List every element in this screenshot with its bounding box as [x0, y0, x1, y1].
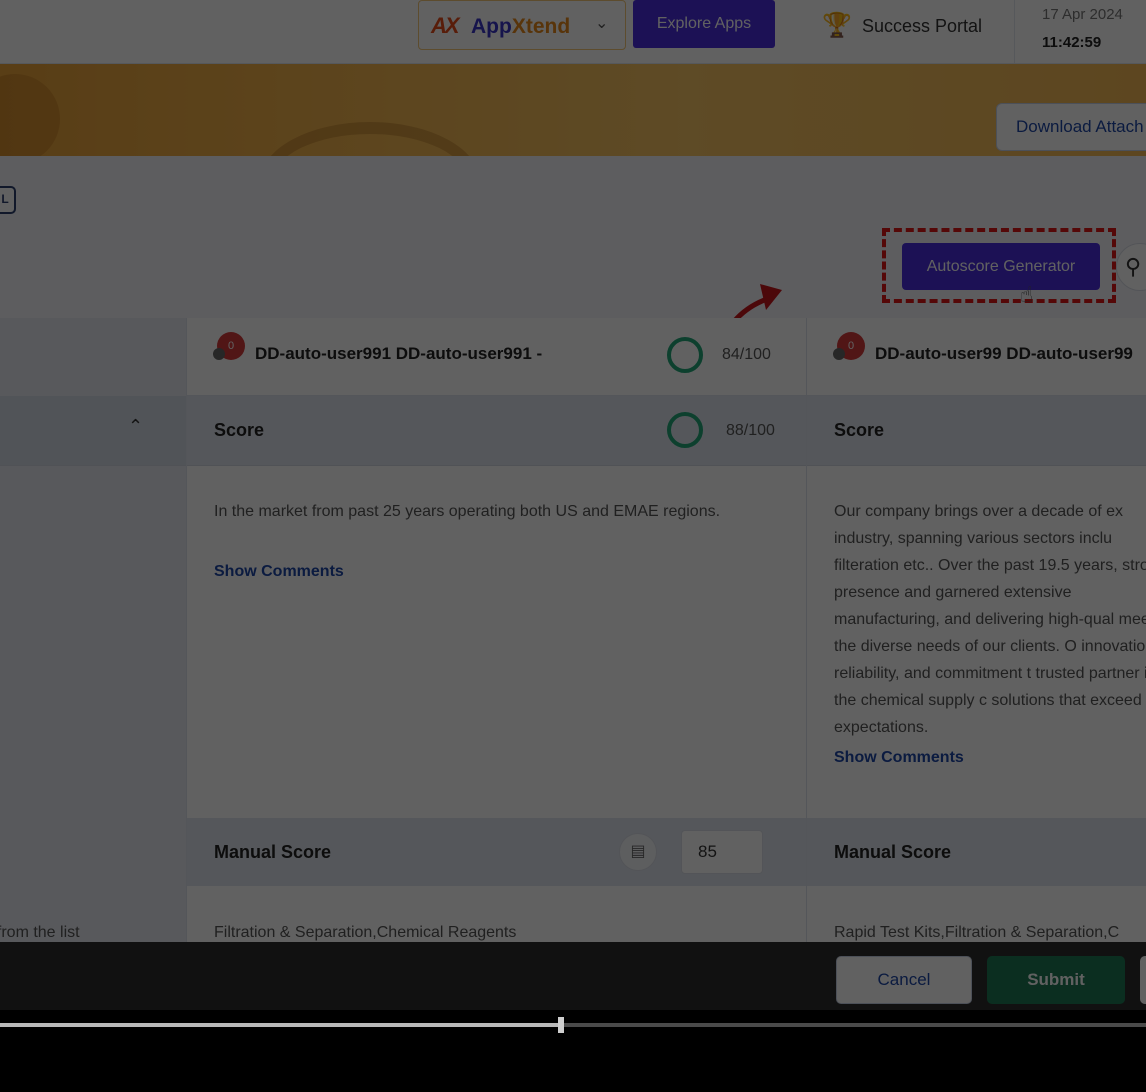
appxtend-logo-icon: AX	[431, 13, 460, 38]
criteria-panel: ⌃ ct from the list	[0, 318, 186, 942]
vendor-column: 0 DD-auto-user991 DD-auto-user991 - 84/1…	[186, 318, 806, 942]
score-label: Score	[214, 420, 265, 440]
vendor-name: DD-auto-user99 DD-auto-user99	[875, 344, 1133, 363]
chevron-down-icon[interactable]: ⌄	[595, 13, 608, 33]
manual-score-label: Manual Score	[834, 842, 952, 862]
status-dot	[213, 348, 225, 360]
manual-score-input[interactable]: 85	[681, 830, 763, 874]
video-scrub-handle[interactable]	[558, 1017, 565, 1033]
tutorial-highlight-box	[882, 228, 1116, 303]
criteria-hint: ct from the list	[0, 924, 80, 941]
action-bar: Cancel Submit	[0, 942, 1146, 1010]
video-progress-bar[interactable]	[0, 1017, 1146, 1033]
appxtend-brand: AppXtend	[471, 15, 571, 38]
event-banner	[0, 64, 1146, 156]
hand-cursor-icon: ☝	[1020, 282, 1034, 307]
header-date: 17 Apr 2024	[1042, 6, 1123, 23]
cancel-button[interactable]: Cancel	[836, 956, 972, 1004]
score-ring-icon	[667, 337, 703, 373]
criteria-score-band	[0, 396, 186, 466]
submit-button[interactable]: Submit	[987, 956, 1125, 1004]
vendor-column: 0 DD-auto-user99 DD-auto-user99 Score Ou…	[806, 318, 1146, 942]
more-actions-button[interactable]	[1140, 956, 1146, 1004]
vendor-header: 0 DD-auto-user991 DD-auto-user991 - 84/1…	[187, 318, 806, 396]
status-dot	[833, 348, 845, 360]
show-comments-link[interactable]: Show Comments	[834, 749, 964, 767]
vendor-categories: Rapid Test Kits,Filtration & Separation,…	[834, 924, 1120, 941]
banner-decoration	[0, 74, 60, 156]
collapse-chevron-icon[interactable]: ⌃	[128, 416, 143, 437]
manual-score-section: Manual Score ▤ 85	[187, 818, 806, 886]
vendor-response: In the market from past 25 years operati…	[214, 503, 721, 520]
document-icon[interactable]: L	[0, 186, 16, 214]
header-divider	[1014, 0, 1015, 64]
vendor-name: DD-auto-user991 DD-auto-user991 -	[255, 344, 543, 363]
vendor-response: Our company brings over a decade of ex i…	[834, 503, 1146, 736]
top-header: AX AppXtend ⌄ Explore Apps 🏆 Success Por…	[0, 0, 1146, 64]
vendor-header: 0 DD-auto-user99 DD-auto-user99	[807, 318, 1146, 396]
score-section-header: Score 88/100	[187, 396, 806, 466]
comment-icon[interactable]: ▤	[619, 833, 657, 871]
explore-apps-button[interactable]: Explore Apps	[633, 0, 775, 48]
appxtend-switcher[interactable]: AX AppXtend ⌄	[418, 0, 626, 50]
download-attachments-button[interactable]: Download Attach	[996, 103, 1146, 151]
manual-score-section: Manual Score	[807, 818, 1146, 886]
app-window: AX AppXtend ⌄ Explore Apps 🏆 Success Por…	[0, 0, 1146, 1010]
screen-recording-frame: AX AppXtend ⌄ Explore Apps 🏆 Success Por…	[0, 0, 1146, 1092]
success-portal-label: Success Portal	[862, 15, 983, 36]
score-label: Score	[834, 420, 885, 440]
score-section-header: Score	[807, 396, 1146, 466]
section-score: 88/100	[726, 422, 775, 439]
vendor-categories: Filtration & Separation,Chemical Reagent…	[214, 924, 517, 941]
trophy-icon: 🏆	[822, 12, 852, 39]
video-progress-fill	[0, 1023, 559, 1027]
banner-decoration	[260, 122, 480, 156]
vendor-total-score: 84/100	[722, 346, 771, 363]
header-time: 11:42:59	[1042, 34, 1102, 51]
score-ring-icon	[667, 412, 703, 448]
success-portal-link[interactable]: 🏆 Success Portal	[822, 10, 982, 42]
show-comments-link[interactable]: Show Comments	[214, 563, 344, 581]
manual-score-label: Manual Score	[214, 842, 332, 862]
